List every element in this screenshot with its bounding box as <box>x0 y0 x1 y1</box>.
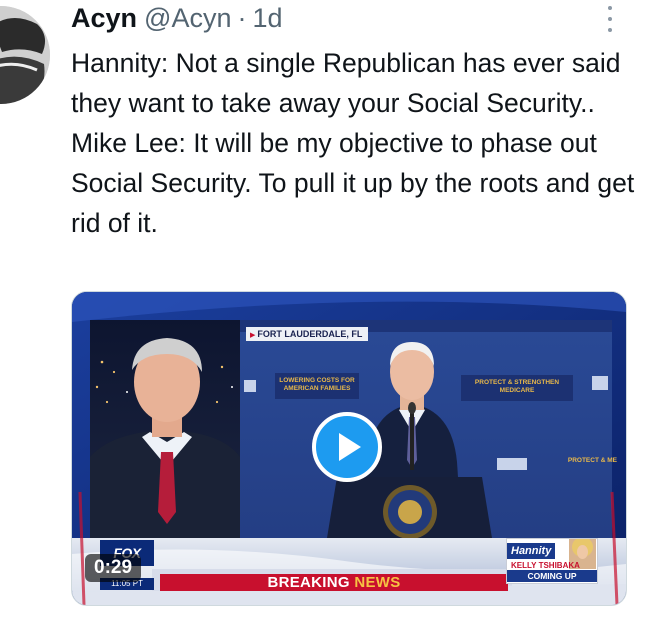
tweet-text-line: Mike Lee: It will be my objective to pha… <box>71 128 635 238</box>
play-button[interactable] <box>312 412 382 482</box>
author-handle[interactable]: @Acyn <box>144 3 231 34</box>
avatar[interactable] <box>0 6 50 104</box>
banner-left: LOWERING COSTS FOR AMERICAN FAMILIES <box>279 377 355 392</box>
show-logo: Hannity <box>507 543 556 559</box>
ticker-prefix: BREAKING <box>267 574 355 591</box>
coming-up-label: COMING UP <box>507 570 597 582</box>
banner-far-right: PROTECT & ME <box>567 457 617 464</box>
location-tag: FORT LAUDERDALE, FL <box>246 327 369 341</box>
tweet[interactable]: Acyn @Acyn · 1d Hannity: Not a single Re… <box>0 0 648 623</box>
guest-name: KELLY TSHIBAKA <box>511 561 580 570</box>
coming-up-box: Hannity KELLY TSHIBAKA COMING UP <box>506 538 598 584</box>
separator-dot: · <box>237 3 247 33</box>
video-player[interactable]: FORT LAUDERDALE, FL LOWERING COSTS FOR A… <box>71 291 627 606</box>
tweet-header: Acyn @Acyn · 1d <box>71 3 283 37</box>
breaking-news-ticker: BREAKING NEWS <box>160 574 508 591</box>
tweet-text-line: Hannity: Not a single Republican has eve… <box>71 48 621 118</box>
more-options-icon[interactable] <box>600 6 620 32</box>
video-duration: 0:29 <box>85 554 142 582</box>
author-name[interactable]: Acyn <box>71 3 137 34</box>
timestamp[interactable]: 1d <box>252 3 282 34</box>
tweet-text: Hannity: Not a single Republican has eve… <box>71 43 641 243</box>
play-icon <box>339 433 361 461</box>
banner-right: PROTECT & STRENGTHEN MEDICARE <box>474 379 560 394</box>
ticker-accent: NEWS <box>354 574 401 591</box>
